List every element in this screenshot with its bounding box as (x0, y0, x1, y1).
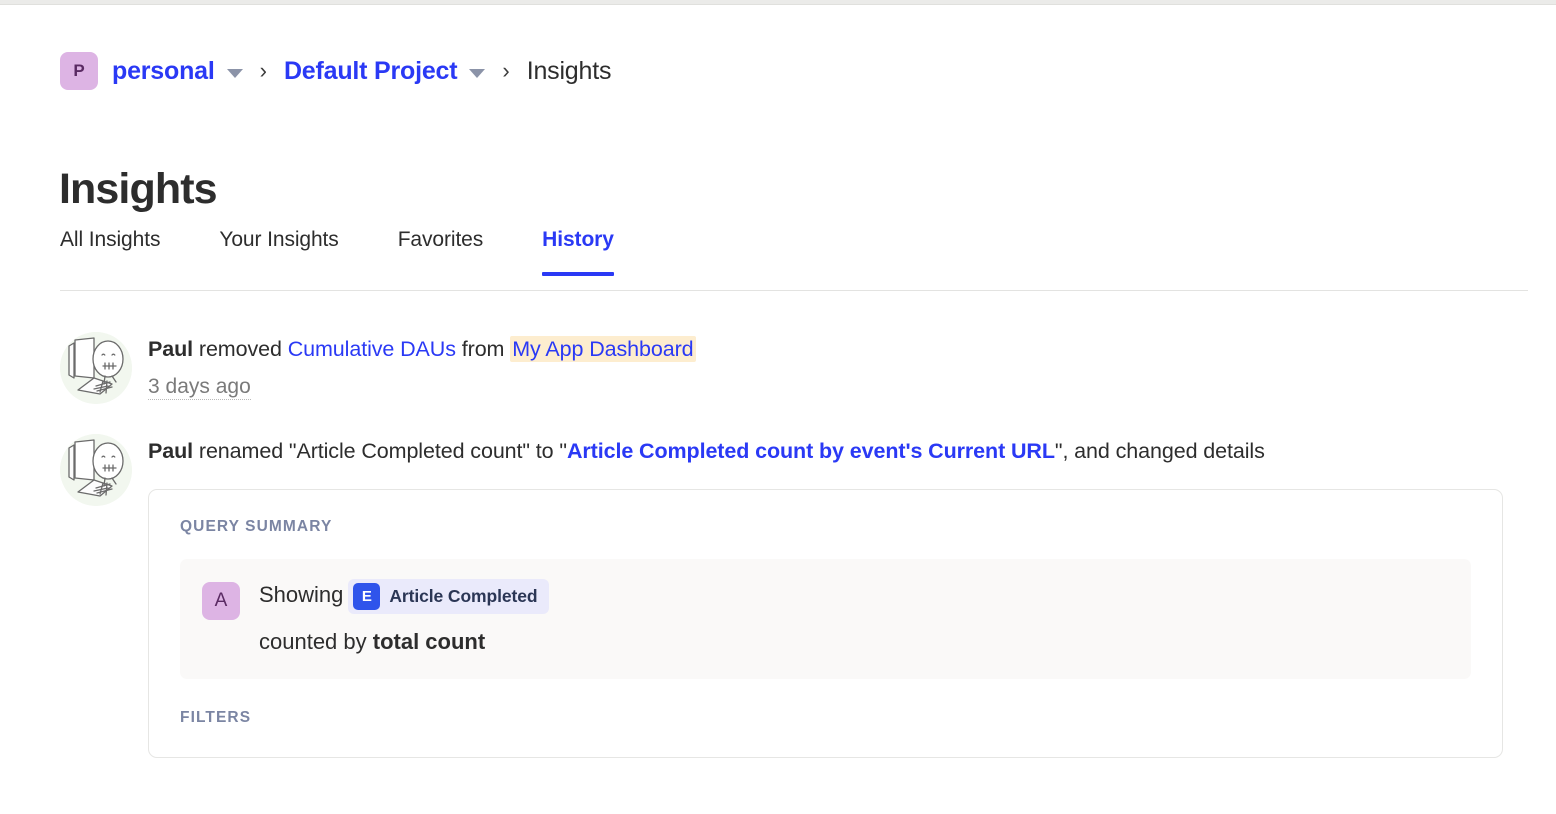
insights-tabs: All Insights Your Insights Favorites His… (60, 228, 1528, 292)
activity-log-item-text: Paul removed Cumulative DAUs from My App… (148, 334, 1530, 365)
project-chevron-down-icon[interactable] (469, 69, 485, 78)
breadcrumb: P personal › Default Project › Insights (60, 49, 611, 93)
activity-connector: from (456, 337, 510, 361)
activity-connector: to (530, 439, 559, 463)
event-badge-icon: E (353, 583, 380, 610)
breadcrumb-project-link[interactable]: Default Project (284, 57, 457, 86)
activity-object-link[interactable]: Cumulative DAUs (288, 337, 456, 361)
insights-history-page: P personal › Default Project › Insights … (0, 0, 1556, 814)
activity-log-item: Paul removed Cumulative DAUs from My App… (60, 330, 1530, 402)
activity-verb: renamed (193, 439, 289, 463)
insight-change-detail-card: Query summary A Showing E Article Complete… (148, 489, 1503, 758)
breadcrumb-organization-link[interactable]: personal (112, 57, 215, 86)
breadcrumb-separator-icon: › (260, 60, 267, 82)
activity-new-name-link[interactable]: Article Completed count by event's Curre… (567, 439, 1055, 463)
tab-your-insights[interactable]: Your Insights (219, 228, 338, 276)
activity-target-dashboard-link[interactable]: My App Dashboard (510, 336, 695, 362)
tab-all-insights[interactable]: All Insights (60, 228, 160, 276)
activity-timestamp[interactable]: 3 days ago (148, 375, 251, 400)
activity-log-item-body: Paul renamed "Article Completed count" t… (148, 432, 1530, 758)
organization-avatar[interactable]: P (60, 52, 98, 90)
activity-log-item-body: Paul removed Cumulative DAUs from My App… (148, 330, 1530, 400)
query-summary-label: Query summary (180, 518, 1471, 536)
breadcrumb-separator-icon-2: › (502, 60, 509, 82)
activity-old-name: "Article Completed count" (289, 439, 530, 463)
event-name: Article Completed (389, 584, 537, 609)
activity-suffix: , and changed details (1062, 439, 1264, 463)
tabs-divider (60, 290, 1528, 291)
query-summary-block: A Showing E Article Completed counted by t… (180, 559, 1471, 679)
organization-chevron-down-icon[interactable] (227, 69, 243, 78)
showing-label: Showing (259, 582, 343, 607)
query-summary-text: Showing E Article Completed counted by tot… (259, 579, 549, 657)
activity-actor: Paul (148, 337, 193, 361)
activity-actor: Paul (148, 439, 193, 463)
series-letter-badge: A (202, 582, 240, 620)
filters-label: Filters (180, 709, 1471, 727)
user-avatar-sketch-icon (60, 434, 132, 506)
tab-history[interactable]: History (542, 228, 614, 276)
page-title: Insights (59, 165, 217, 213)
counted-by-prefix: counted by (259, 629, 373, 654)
activity-verb: removed (193, 337, 288, 361)
breadcrumb-current-page: Insights (527, 57, 612, 86)
event-pill[interactable]: E Article Completed (348, 579, 549, 614)
quote-open: " (559, 439, 567, 463)
tab-favorites[interactable]: Favorites (398, 228, 483, 276)
activity-log-list: Paul removed Cumulative DAUs from My App… (60, 330, 1530, 758)
user-avatar-sketch-icon (60, 332, 132, 404)
browser-chrome-strip (0, 0, 1556, 5)
activity-log-item: Paul renamed "Article Completed count" t… (60, 432, 1530, 758)
activity-log-item-text: Paul renamed "Article Completed count" t… (148, 436, 1530, 467)
counted-by-value: total count (373, 629, 485, 654)
